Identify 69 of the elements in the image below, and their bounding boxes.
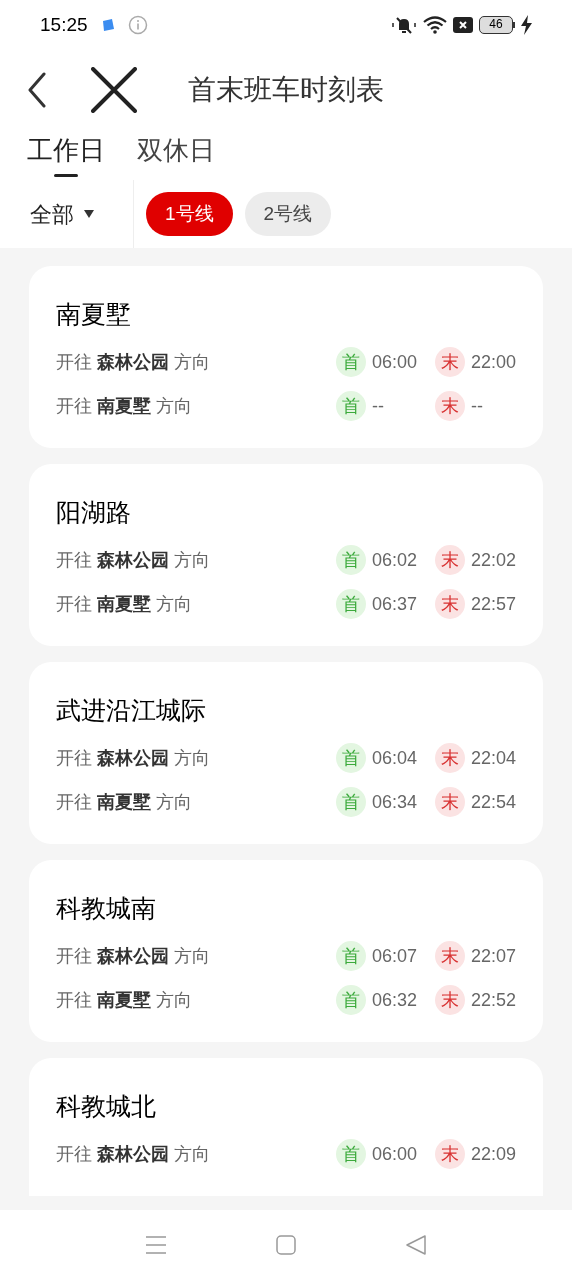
first-train-time: 06:04 [371, 746, 417, 770]
direction-text: 开往 南夏墅 方向 [56, 592, 194, 616]
last-train-time: 22:04 [470, 746, 516, 770]
last-train-badge: 末 [434, 589, 465, 619]
first-train-badge: 首 [335, 347, 366, 377]
back-nav-icon[interactable] [406, 1235, 426, 1255]
close-icon [91, 67, 137, 113]
first-train-time: 06:37 [371, 592, 417, 616]
info-icon [127, 15, 148, 35]
last-train-time: -- [471, 394, 483, 418]
station-name: 阳湖路 [56, 497, 131, 528]
last-train-time: 22:02 [470, 548, 516, 572]
direction-text: 开往 南夏墅 方向 [56, 988, 194, 1012]
muted-bell-icon [391, 15, 417, 35]
first-train-time: 06:32 [371, 988, 417, 1012]
first-train-time: 06:02 [371, 548, 417, 572]
back-icon [27, 72, 47, 108]
station-name: 科教城南 [56, 893, 156, 924]
line-chip[interactable]: 2号线 [244, 192, 332, 236]
direction-text: 开往 森林公园 方向 [56, 1142, 212, 1166]
first-train-badge: 首 [335, 985, 366, 1015]
status-time: 15:25 [40, 12, 88, 37]
last-train-time: 22:57 [470, 592, 516, 616]
direction-text: 开往 森林公园 方向 [56, 746, 212, 770]
station-name: 武进沿江城际 [56, 695, 206, 726]
last-train-time: 22:52 [470, 988, 516, 1012]
last-train-time: 22:54 [470, 790, 516, 814]
direction-text: 开往 南夏墅 方向 [56, 790, 194, 814]
direction-text: 开往 森林公园 方向 [56, 944, 212, 968]
first-train-badge: 首 [335, 589, 366, 619]
page-title: 首末班车时刻表 [188, 73, 384, 107]
last-train-badge: 末 [434, 985, 465, 1015]
first-train-badge: 首 [336, 391, 366, 421]
first-train-badge: 首 [335, 545, 366, 575]
last-train-time: 22:09 [470, 1142, 516, 1166]
last-train-time: 22:07 [470, 944, 516, 968]
first-train-time: 06:00 [371, 1142, 417, 1166]
battery-indicator: 46 [479, 16, 515, 34]
day-tab[interactable]: 双休日 [137, 130, 215, 180]
day-tab[interactable]: 工作日 [27, 130, 105, 180]
last-train-badge: 末 [434, 941, 465, 971]
station-name: 科教城北 [56, 1091, 156, 1122]
sim-error-icon [453, 16, 473, 34]
line-chip[interactable]: 1号线 [146, 192, 233, 236]
first-train-badge: 首 [335, 941, 366, 971]
direction-text: 开往 森林公园 方向 [56, 350, 212, 374]
last-train-time: 22:00 [470, 350, 516, 374]
first-train-badge: 首 [335, 743, 366, 773]
dropdown-caret-icon [84, 210, 94, 218]
station-name: 南夏墅 [56, 299, 131, 330]
first-train-badge: 首 [335, 1139, 366, 1169]
close-button[interactable] [90, 66, 138, 114]
last-train-badge: 末 [434, 1139, 465, 1169]
direction-text: 开往 森林公园 方向 [56, 548, 212, 572]
first-train-time: 06:07 [371, 944, 417, 968]
wifi-icon [423, 15, 447, 35]
first-train-time: -- [372, 394, 384, 418]
home-icon[interactable] [276, 1235, 296, 1255]
last-train-badge: 末 [434, 545, 465, 575]
menu-icon[interactable] [146, 1235, 166, 1255]
last-train-badge: 末 [434, 787, 465, 817]
last-train-badge: 末 [434, 743, 465, 773]
last-train-badge: 末 [434, 347, 465, 377]
direction-text: 开往 南夏墅 方向 [56, 394, 194, 418]
first-train-time: 06:34 [371, 790, 417, 814]
first-train-time: 06:00 [371, 350, 417, 374]
charging-bolt-icon [521, 15, 532, 35]
last-train-badge: 末 [435, 391, 465, 421]
first-train-badge: 首 [335, 787, 366, 817]
